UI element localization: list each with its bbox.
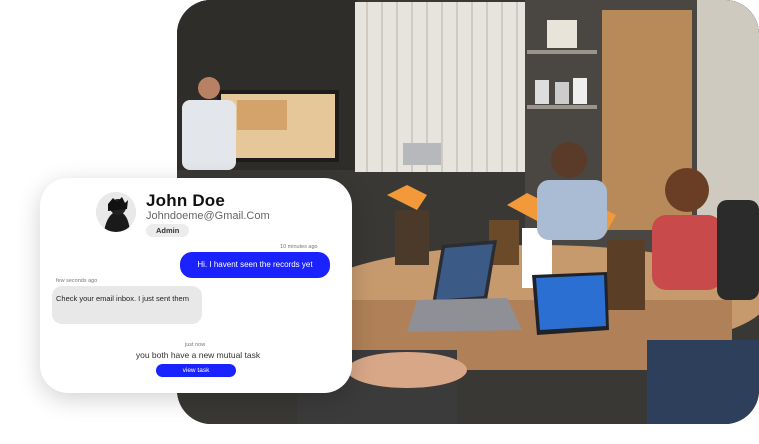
role-badge: Admin [146, 224, 190, 237]
outgoing-message-bubble: Hi. I havent seen the records yet [180, 252, 330, 278]
view-task-button[interactable]: view task [156, 364, 236, 377]
avatar[interactable] [96, 192, 136, 232]
notification-timestamp: just now [185, 342, 206, 348]
contact-name: John Doe [146, 191, 226, 210]
notification-text: you both have a new mutual task [135, 350, 261, 360]
profile-photo-icon [96, 192, 136, 232]
chat-card: John Doe Johndoeme@Gmail.Com Admin 10 mi… [40, 178, 352, 393]
message-timestamp: few seconds ago [56, 278, 98, 284]
contact-email: Johndoeme@Gmail.Com [146, 210, 270, 222]
incoming-message-bubble: Check your email inbox. I just sent them [52, 286, 202, 324]
message-timestamp: 10 minutes ago [280, 244, 318, 250]
